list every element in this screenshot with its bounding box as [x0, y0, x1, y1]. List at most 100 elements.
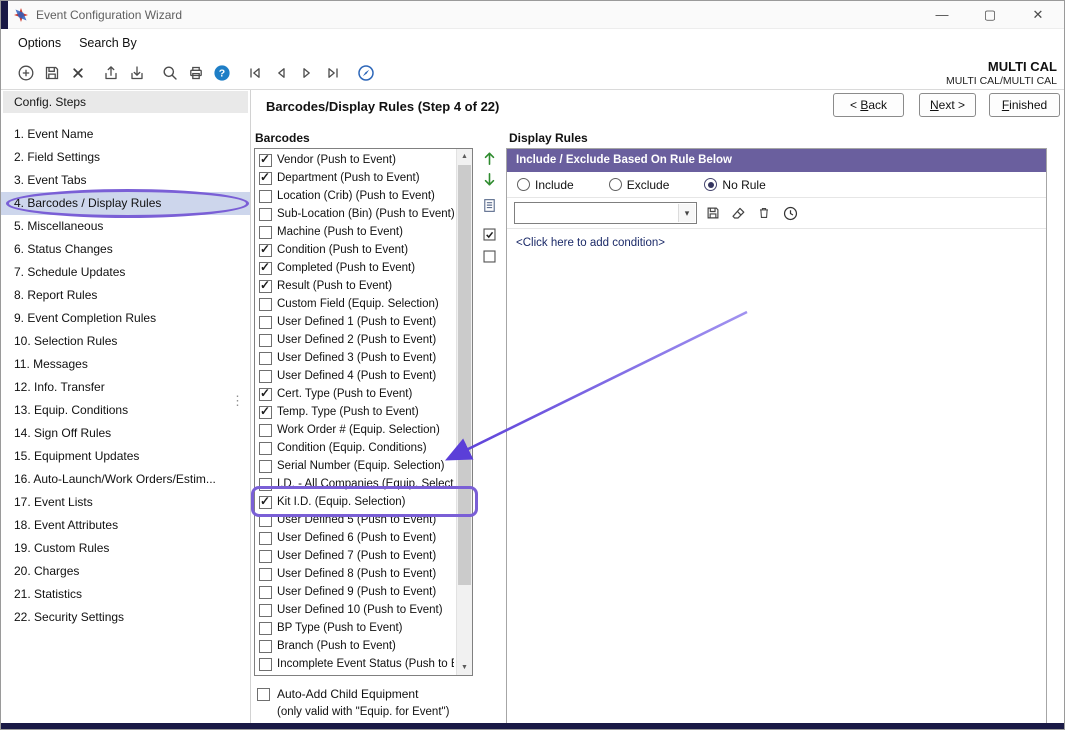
barcode-list-item[interactable]: User Defined 6 (Push to Event) — [256, 529, 454, 547]
barcode-list-item[interactable]: User Defined 9 (Push to Event) — [256, 583, 454, 601]
barcode-list-item[interactable]: Completed (Push to Event) — [256, 259, 454, 277]
barcode-list-item[interactable]: User Defined 2 (Push to Event) — [256, 331, 454, 349]
barcode-checkbox[interactable] — [259, 604, 272, 617]
sidebar-step-item[interactable]: 1. Event Name — [1, 123, 250, 146]
barcode-checkbox[interactable] — [259, 568, 272, 581]
sidebar-step-item[interactable]: 17. Event Lists — [1, 491, 250, 514]
chevron-down-icon[interactable]: ▾ — [678, 204, 695, 222]
display-rule-radio[interactable]: No Rule — [704, 178, 765, 192]
barcode-checkbox[interactable] — [259, 514, 272, 527]
sidebar-step-item[interactable]: 21. Statistics — [1, 583, 250, 606]
barcode-list-item[interactable]: Kit I.D. (Equip. Selection) — [256, 493, 454, 511]
barcode-list-item[interactable]: I.D. - All Companies (Equip. Selection) — [256, 475, 454, 493]
sidebar-step-item[interactable]: 12. Info. Transfer — [1, 376, 250, 399]
barcode-list-item[interactable]: Sub-Location (Bin) (Push to Event) — [256, 205, 454, 223]
last-record-icon[interactable] — [320, 60, 346, 86]
barcode-list-item[interactable]: Vendor (Push to Event) — [256, 151, 454, 169]
next-record-icon[interactable] — [294, 60, 320, 86]
barcode-checkbox[interactable] — [259, 316, 272, 329]
close-button[interactable]: ✕ — [1014, 1, 1062, 29]
barcode-checkbox[interactable] — [259, 154, 272, 167]
barcode-list-item[interactable]: User Defined 7 (Push to Event) — [256, 547, 454, 565]
scrollbar-up-icon[interactable]: ▲ — [457, 149, 472, 164]
barcode-checkbox[interactable] — [259, 208, 272, 221]
barcode-checkbox[interactable] — [259, 244, 272, 257]
barcode-checkbox[interactable] — [259, 532, 272, 545]
auto-add-child-equipment[interactable]: Auto-Add Child Equipment — [257, 687, 418, 701]
barcode-list-item[interactable]: User Defined 4 (Push to Event) — [256, 367, 454, 385]
barcode-list-item[interactable]: User Defined 8 (Push to Event) — [256, 565, 454, 583]
sidebar-step-item[interactable]: 16. Auto-Launch/Work Orders/Estim... — [1, 468, 250, 491]
sidebar-step-item[interactable]: 4. Barcodes / Display Rules — [1, 192, 250, 215]
add-condition-link[interactable]: <Click here to add condition> — [516, 237, 665, 249]
display-rule-radio[interactable]: Include — [517, 178, 574, 192]
barcode-list-item[interactable]: Location (Crib) (Push to Event) — [256, 187, 454, 205]
barcode-checkbox[interactable] — [259, 262, 272, 275]
delete-icon[interactable] — [65, 60, 91, 86]
uncheck-all-icon[interactable] — [481, 248, 498, 265]
move-up-icon[interactable] — [481, 150, 498, 167]
sidebar-step-item[interactable]: 15. Equipment Updates — [1, 445, 250, 468]
barcode-checkbox[interactable] — [259, 550, 272, 563]
help-icon[interactable]: ? — [209, 60, 235, 86]
barcode-checkbox[interactable] — [259, 496, 272, 509]
barcode-checkbox[interactable] — [259, 478, 272, 491]
barcode-checkbox[interactable] — [259, 388, 272, 401]
barcode-list-item[interactable]: Machine (Push to Event) — [256, 223, 454, 241]
sidebar-step-item[interactable]: 20. Charges — [1, 560, 250, 583]
barcode-list-item[interactable]: Temp. Type (Push to Event) — [256, 403, 454, 421]
barcode-checkbox[interactable] — [259, 226, 272, 239]
barcode-checkbox[interactable] — [259, 370, 272, 383]
barcode-checkbox[interactable] — [259, 622, 272, 635]
sidebar-step-item[interactable]: 22. Security Settings — [1, 606, 250, 629]
print-icon[interactable] — [183, 60, 209, 86]
barcode-list-item[interactable]: Branch (Push to Event) — [256, 637, 454, 655]
rule-combo[interactable]: ▾ — [514, 202, 697, 224]
barcode-list-item[interactable]: Work Order # (Equip. Selection) — [256, 421, 454, 439]
barcode-checkbox[interactable] — [259, 172, 272, 185]
barcode-list-item[interactable]: Result (Push to Event) — [256, 277, 454, 295]
barcode-checkbox[interactable] — [259, 424, 272, 437]
barcode-checkbox[interactable] — [259, 586, 272, 599]
barcode-list-item[interactable]: Serial Number (Equip. Selection) — [256, 457, 454, 475]
sidebar-step-item[interactable]: 5. Miscellaneous — [1, 215, 250, 238]
minimize-button[interactable]: — — [918, 1, 966, 29]
move-down-icon[interactable] — [481, 171, 498, 188]
next-button[interactable]: Next > — [919, 93, 976, 117]
finished-button[interactable]: Finished — [989, 93, 1060, 117]
scrollbar-down-icon[interactable]: ▼ — [457, 660, 472, 675]
barcode-checkbox[interactable] — [259, 442, 272, 455]
sidebar-step-item[interactable]: 2. Field Settings — [1, 146, 250, 169]
sidebar-step-item[interactable]: 13. Equip. Conditions — [1, 399, 250, 422]
barcode-list-item[interactable]: Custom Field (Equip. Selection) — [256, 295, 454, 313]
radio-circle[interactable] — [704, 178, 717, 191]
sidebar-step-item[interactable]: 18. Event Attributes — [1, 514, 250, 537]
barcode-checkbox[interactable] — [259, 640, 272, 653]
sidebar-step-item[interactable]: 9. Event Completion Rules — [1, 307, 250, 330]
barcode-checkbox[interactable] — [259, 190, 272, 203]
sidebar-step-item[interactable]: 8. Report Rules — [1, 284, 250, 307]
menu-options[interactable]: Options — [9, 32, 70, 54]
navigate-icon[interactable] — [353, 60, 379, 86]
rule-history-clock-icon[interactable] — [781, 204, 799, 222]
rule-eraser-icon[interactable] — [729, 204, 747, 222]
export-icon[interactable] — [98, 60, 124, 86]
sidebar-step-item[interactable]: 6. Status Changes — [1, 238, 250, 261]
first-record-icon[interactable] — [242, 60, 268, 86]
barcode-list-item[interactable]: Condition (Equip. Conditions) — [256, 439, 454, 457]
barcode-list-scrollbar[interactable]: ▲ ▼ — [456, 149, 472, 675]
previous-record-icon[interactable] — [268, 60, 294, 86]
menu-search-by[interactable]: Search By — [70, 32, 146, 54]
sidebar-step-item[interactable]: 3. Event Tabs — [1, 169, 250, 192]
barcode-list-item[interactable]: BP Type (Push to Event) — [256, 619, 454, 637]
radio-circle[interactable] — [609, 178, 622, 191]
sidebar-step-item[interactable]: 14. Sign Off Rules — [1, 422, 250, 445]
barcode-list-item[interactable]: User Defined 5 (Push to Event) — [256, 511, 454, 529]
splitter-handle[interactable]: ⋮ — [231, 393, 244, 409]
sidebar-step-item[interactable]: 11. Messages — [1, 353, 250, 376]
sidebar-step-item[interactable]: 10. Selection Rules — [1, 330, 250, 353]
sidebar-step-item[interactable]: 19. Custom Rules — [1, 537, 250, 560]
barcode-list-item[interactable]: Incomplete Event Status (Push to Even — [256, 655, 454, 673]
barcode-list-item[interactable]: Cert. Type (Push to Event) — [256, 385, 454, 403]
barcode-list-item[interactable]: Condition (Push to Event) — [256, 241, 454, 259]
